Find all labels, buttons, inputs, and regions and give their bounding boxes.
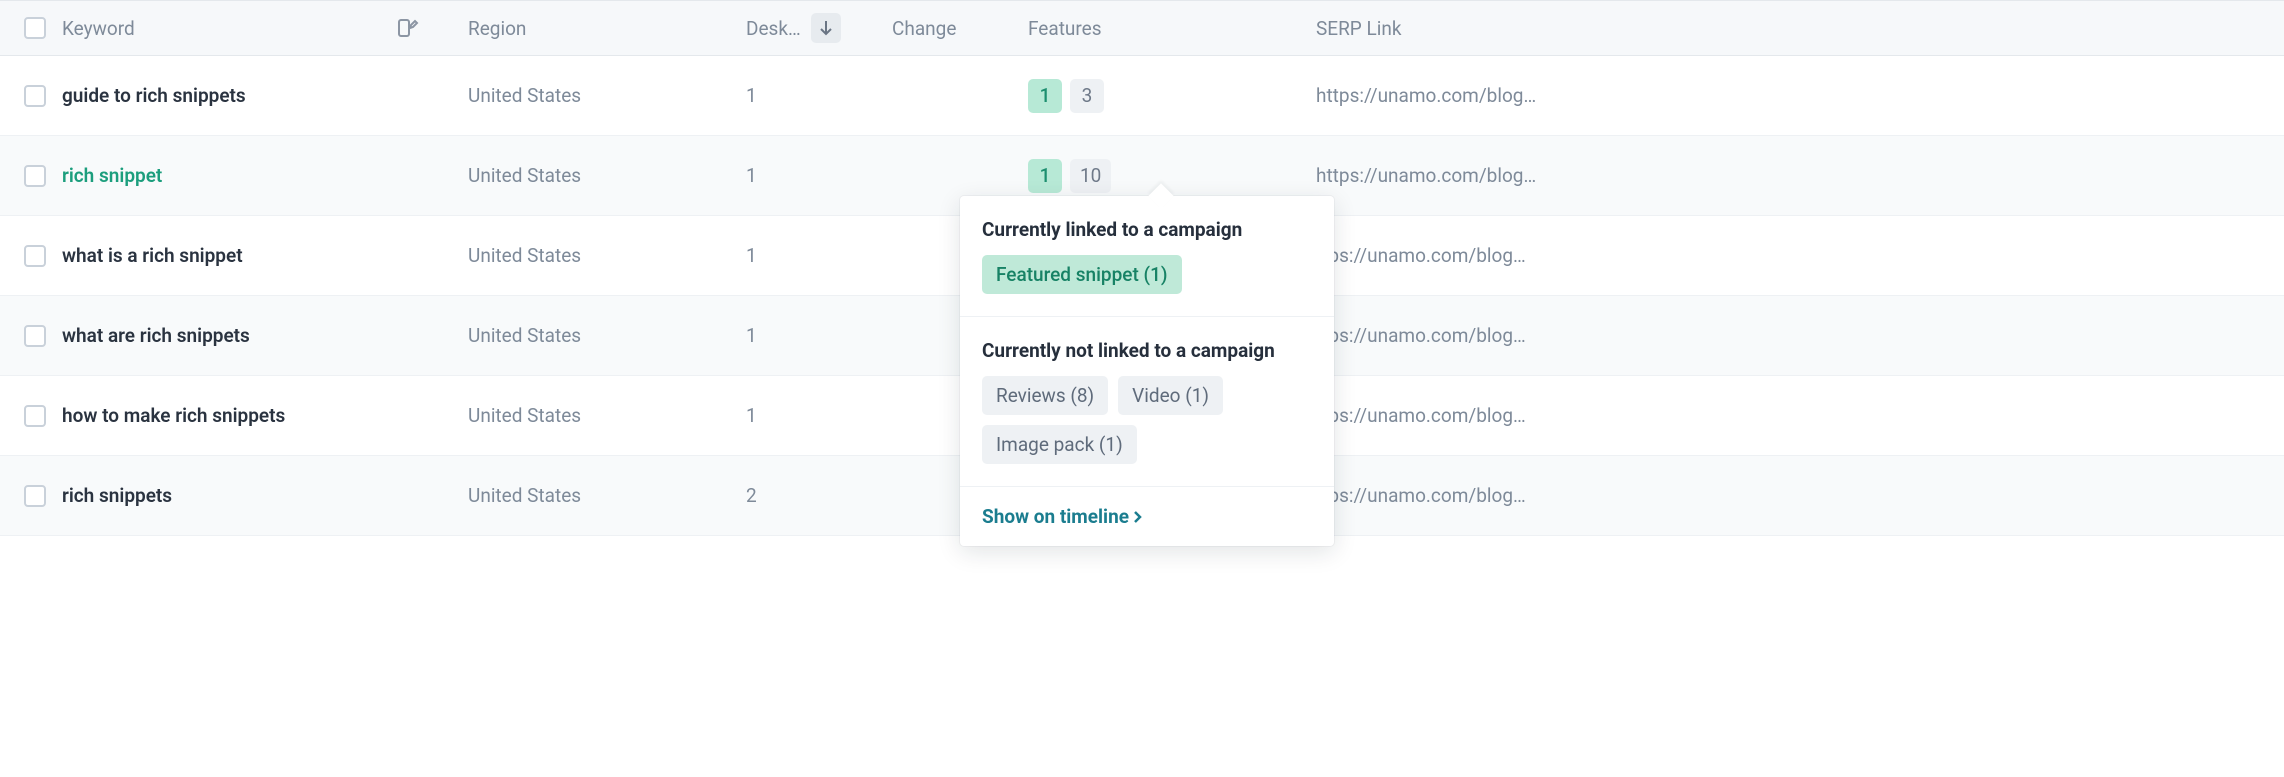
desk-value: 1	[746, 84, 757, 107]
keyword-text[interactable]: guide to rich snippets	[62, 84, 246, 107]
col-label-serp: SERP Link	[1316, 17, 1401, 40]
cell-keyword: what are rich snippets	[0, 324, 440, 347]
col-label-change: Change	[892, 17, 956, 40]
desk-value: 1	[746, 164, 757, 187]
keyword-text[interactable]: what is a rich snippet	[62, 244, 243, 267]
row-checkbox[interactable]	[24, 325, 46, 347]
popover-linked-title: Currently linked to a campaign	[982, 218, 1312, 241]
cell-region: United States	[440, 84, 716, 107]
cell-serp-link[interactable]: ttps://unamo.com/blog…	[1316, 484, 2284, 507]
table-header: Keyword Region Desk… Change Features	[0, 0, 2284, 56]
row-checkbox[interactable]	[24, 165, 46, 187]
col-label-features: Features	[1028, 17, 1102, 40]
cell-desk: 1	[716, 404, 892, 427]
desk-value: 1	[746, 404, 757, 427]
table-row: guide to rich snippetsUnited States113ht…	[0, 56, 2284, 136]
feature-badge-secondary[interactable]: 3	[1070, 79, 1104, 113]
cell-desk: 1	[716, 84, 892, 107]
cell-keyword: rich snippets	[0, 484, 440, 507]
cell-desk: 1	[716, 164, 892, 187]
row-checkbox[interactable]	[24, 405, 46, 427]
linked-feature-tag[interactable]: Featured snippet (1)	[982, 255, 1182, 294]
cell-region: United States	[440, 164, 716, 187]
show-on-timeline-link[interactable]: Show on timeline	[982, 505, 1312, 528]
unlinked-feature-tag[interactable]: Image pack (1)	[982, 425, 1137, 464]
cell-features[interactable]: 13	[1028, 79, 1316, 113]
feature-badge-secondary[interactable]: 10	[1070, 159, 1111, 193]
col-header-region[interactable]: Region	[440, 17, 716, 40]
cell-desk: 2	[716, 484, 892, 507]
desk-value: 1	[746, 324, 757, 347]
col-header-desk[interactable]: Desk…	[716, 13, 892, 43]
cell-keyword: what is a rich snippet	[0, 244, 440, 267]
popover-unlinked-section: Currently not linked to a campaign Revie…	[960, 317, 1334, 487]
popover-footer: Show on timeline	[960, 487, 1334, 546]
col-header-keyword[interactable]: Keyword	[0, 16, 440, 40]
cell-region: United States	[440, 404, 716, 427]
sort-desc-icon[interactable]	[811, 13, 841, 43]
col-header-serp[interactable]: SERP Link	[1316, 17, 2284, 40]
desk-value: 1	[746, 244, 757, 267]
row-checkbox[interactable]	[24, 85, 46, 107]
cell-serp-link[interactable]: https://unamo.com/blog…	[1316, 84, 2284, 107]
cell-serp-link[interactable]: ttps://unamo.com/blog…	[1316, 404, 2284, 427]
cell-keyword: guide to rich snippets	[0, 84, 440, 107]
popover-linked-section: Currently linked to a campaign Featured …	[960, 196, 1334, 317]
col-header-features[interactable]: Features	[1028, 17, 1316, 40]
row-checkbox[interactable]	[24, 485, 46, 507]
features-popover: Currently linked to a campaign Featured …	[960, 196, 1334, 546]
unlinked-feature-tag[interactable]: Reviews (8)	[982, 376, 1108, 415]
popover-unlinked-tags: Reviews (8) Video (1) Image pack (1)	[982, 376, 1312, 464]
select-all-checkbox[interactable]	[24, 17, 46, 39]
cell-serp-link[interactable]: ttps://unamo.com/blog…	[1316, 244, 2284, 267]
desk-value: 2	[746, 484, 757, 507]
cell-desk: 1	[716, 324, 892, 347]
keyword-text[interactable]: rich snippet	[62, 164, 162, 187]
cell-desk: 1	[716, 244, 892, 267]
unlinked-feature-tag[interactable]: Video (1)	[1118, 376, 1223, 415]
cell-region: United States	[440, 324, 716, 347]
keyword-text[interactable]: how to make rich snippets	[62, 404, 285, 427]
cell-keyword: rich snippet	[0, 164, 440, 187]
col-label-region: Region	[468, 17, 526, 40]
edit-columns-icon[interactable]	[396, 16, 420, 40]
cell-keyword: how to make rich snippets	[0, 404, 440, 427]
chevron-right-icon	[1133, 510, 1143, 524]
popover-unlinked-title: Currently not linked to a campaign	[982, 339, 1312, 362]
cell-serp-link[interactable]: ttps://unamo.com/blog…	[1316, 324, 2284, 347]
col-label-keyword: Keyword	[62, 17, 135, 40]
feature-badge-primary[interactable]: 1	[1028, 79, 1062, 113]
row-checkbox[interactable]	[24, 245, 46, 267]
keyword-text[interactable]: what are rich snippets	[62, 324, 250, 347]
feature-badge-primary[interactable]: 1	[1028, 159, 1062, 193]
col-header-change[interactable]: Change	[892, 17, 1028, 40]
cell-serp-link[interactable]: https://unamo.com/blog…	[1316, 164, 2284, 187]
cell-region: United States	[440, 484, 716, 507]
popover-linked-tags: Featured snippet (1)	[982, 255, 1312, 294]
cell-region: United States	[440, 244, 716, 267]
cell-features[interactable]: 110	[1028, 159, 1316, 193]
col-label-desk: Desk…	[746, 17, 801, 40]
timeline-link-label: Show on timeline	[982, 505, 1129, 528]
keyword-text[interactable]: rich snippets	[62, 484, 172, 507]
